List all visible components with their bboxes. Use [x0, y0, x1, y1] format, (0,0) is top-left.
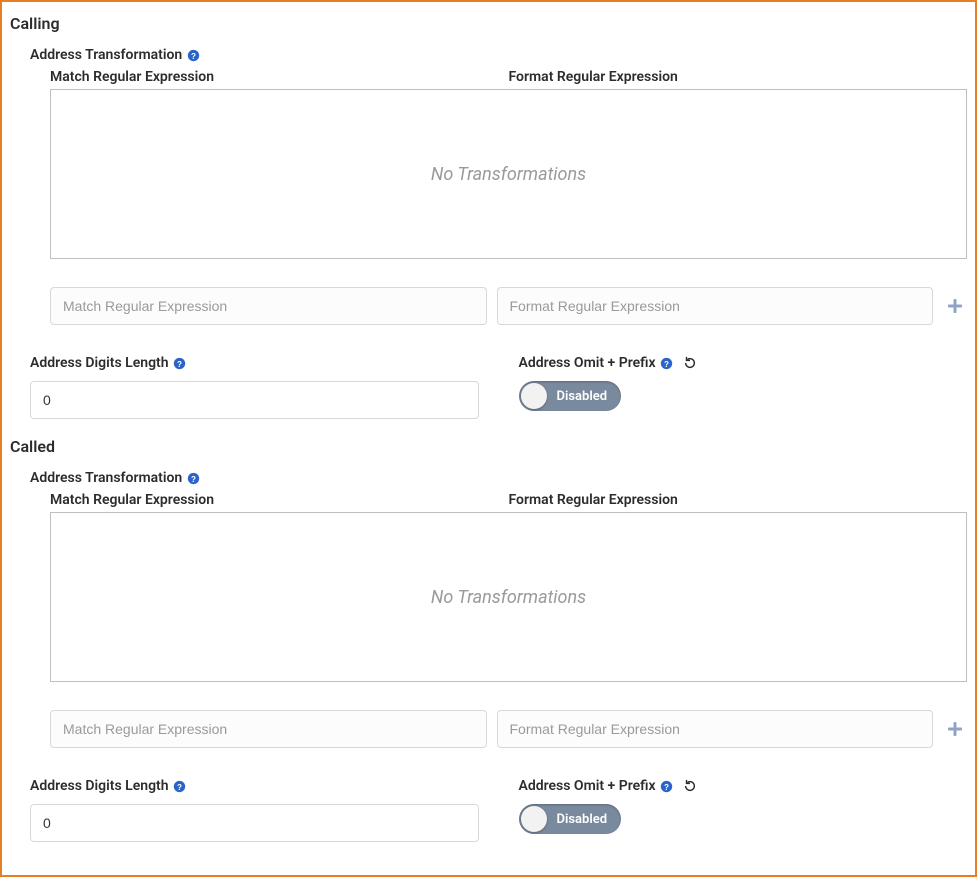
calling-settings-row: Address Digits Length ? Address Omit + P…	[30, 355, 967, 419]
called-address-transformation-label: Address Transformation	[30, 470, 182, 486]
calling-digits-length-label: Address Digits Length	[30, 355, 169, 371]
called-omit-prefix-field: Address Omit + Prefix ? Disabled	[519, 778, 968, 842]
calling-address-transformation-label: Address Transformation	[30, 47, 182, 63]
calling-column-headers: Match Regular Expression Format Regular …	[50, 69, 967, 85]
svg-text:?: ?	[191, 51, 196, 60]
help-icon[interactable]: ?	[173, 356, 187, 370]
help-icon[interactable]: ?	[173, 779, 187, 793]
called-digits-length-label-row: Address Digits Length ?	[30, 778, 479, 794]
calling-address-transformation-label-row: Address Transformation ?	[30, 47, 967, 63]
help-icon[interactable]: ?	[660, 779, 674, 793]
calling-toggle-label: Disabled	[557, 389, 608, 404]
help-icon[interactable]: ?	[186, 48, 200, 62]
called-omit-prefix-toggle[interactable]: Disabled	[519, 804, 622, 834]
called-omit-prefix-label-row: Address Omit + Prefix ?	[519, 778, 968, 794]
svg-text:?: ?	[664, 359, 669, 368]
called-add-row	[50, 710, 967, 748]
help-icon[interactable]: ?	[660, 356, 674, 370]
svg-text:?: ?	[177, 782, 182, 791]
toggle-knob	[521, 806, 547, 832]
calling-omit-prefix-label-row: Address Omit + Prefix ?	[519, 355, 968, 371]
calling-omit-prefix-toggle[interactable]: Disabled	[519, 381, 622, 411]
called-column-headers: Match Regular Expression Format Regular …	[50, 492, 967, 508]
reset-icon[interactable]	[682, 355, 698, 371]
svg-text:?: ?	[191, 474, 196, 483]
calling-add-row	[50, 287, 967, 325]
calling-digits-length-label-row: Address Digits Length ?	[30, 355, 479, 371]
calling-address-transformation: Address Transformation ? Match Regular E…	[30, 47, 967, 419]
calling-digits-length-field: Address Digits Length ?	[30, 355, 479, 419]
called-address-transformation: Address Transformation ? Match Regular E…	[30, 470, 967, 842]
calling-section: Calling Address Transformation ? Match R…	[10, 14, 967, 419]
called-toggle-label: Disabled	[557, 812, 608, 827]
calling-match-input[interactable]	[50, 287, 487, 325]
called-digits-length-field: Address Digits Length ?	[30, 778, 479, 842]
help-icon[interactable]: ?	[186, 471, 200, 485]
calling-format-header: Format Regular Expression	[509, 69, 968, 85]
config-panel: Calling Address Transformation ? Match R…	[0, 0, 977, 877]
called-format-header: Format Regular Expression	[509, 492, 968, 508]
called-no-transformations: No Transformations	[431, 587, 586, 608]
called-format-input[interactable]	[497, 710, 934, 748]
calling-add-button[interactable]	[943, 298, 967, 314]
called-section: Called Address Transformation ? Match Re…	[10, 437, 967, 842]
called-digits-length-label: Address Digits Length	[30, 778, 169, 794]
calling-match-header: Match Regular Expression	[50, 69, 509, 85]
called-settings-row: Address Digits Length ? Address Omit + P…	[30, 778, 967, 842]
calling-digits-length-input[interactable]	[30, 381, 479, 419]
svg-text:?: ?	[177, 359, 182, 368]
reset-icon[interactable]	[682, 778, 698, 794]
toggle-knob	[521, 383, 547, 409]
called-digits-length-input[interactable]	[30, 804, 479, 842]
calling-format-input[interactable]	[497, 287, 934, 325]
svg-text:?: ?	[664, 782, 669, 791]
calling-no-transformations: No Transformations	[431, 164, 586, 185]
called-match-input[interactable]	[50, 710, 487, 748]
calling-transformations-list: No Transformations	[50, 89, 967, 259]
called-match-header: Match Regular Expression	[50, 492, 509, 508]
called-add-button[interactable]	[943, 721, 967, 737]
calling-omit-prefix-field: Address Omit + Prefix ? Disabled	[519, 355, 968, 419]
calling-omit-prefix-label: Address Omit + Prefix	[519, 355, 656, 371]
called-transformations-list: No Transformations	[50, 512, 967, 682]
called-address-transformation-label-row: Address Transformation ?	[30, 470, 967, 486]
called-omit-prefix-label: Address Omit + Prefix	[519, 778, 656, 794]
called-title: Called	[10, 437, 967, 456]
calling-title: Calling	[10, 14, 967, 33]
